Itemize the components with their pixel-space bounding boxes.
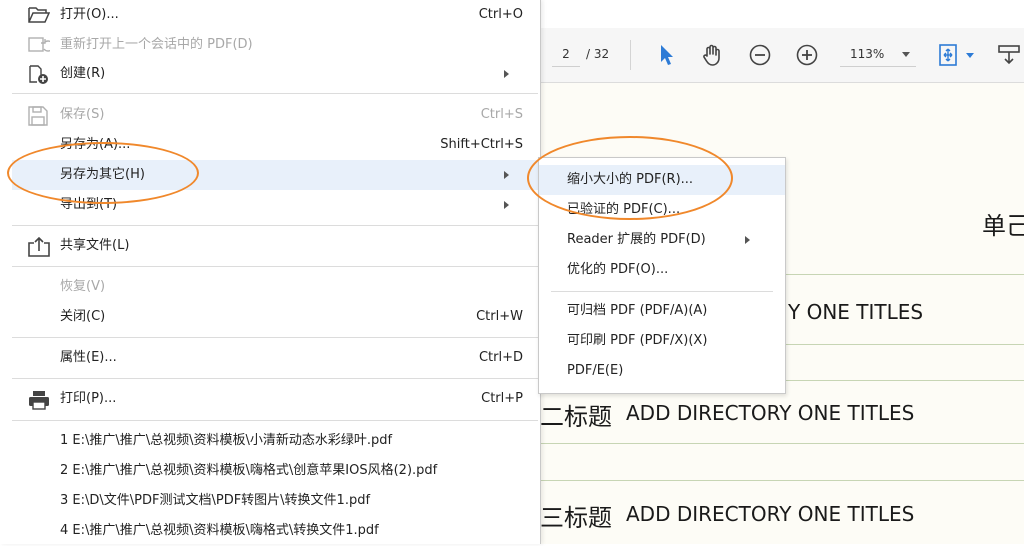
menu-item-label: 打开(O)... — [60, 7, 119, 22]
submenu-item-label: 缩小大小的 PDF(R)... — [567, 172, 694, 187]
recent-file-item[interactable]: 4 E:\推广\推广\总视频\资料模板\嗨格式\转换文件1.pdf — [60, 516, 379, 546]
menu-item-close[interactable]: 关闭(C) Ctrl+W — [12, 302, 538, 332]
menu-divider — [12, 266, 538, 267]
recent-file-item[interactable]: 3 E:\D\文件\PDF测试文档\PDF转图片\转换文件1.pdf — [60, 486, 370, 516]
menu-item-create[interactable]: 创建(R) — [12, 59, 538, 89]
hand-icon[interactable] — [699, 41, 725, 69]
zoom-in-icon[interactable] — [794, 41, 820, 69]
submenu-item-reader-extended[interactable]: Reader 扩展的 PDF(D) — [539, 225, 785, 255]
submenu-item-optimized[interactable]: 优化的 PDF(O)... — [539, 255, 785, 285]
chevron-down-icon — [902, 52, 910, 57]
menu-item-shortcut: Ctrl+S — [480, 107, 523, 122]
zoom-select[interactable]: 113% — [840, 42, 916, 67]
menu-item-share[interactable]: 共享文件(L) — [12, 231, 538, 261]
reopen-icon — [28, 36, 54, 54]
menu-divider — [12, 378, 538, 379]
menu-item-shortcut: Shift+Ctrl+S — [440, 137, 523, 152]
menu-item-export-to[interactable]: 导出到(T) — [12, 190, 538, 220]
submenu-item-reduce-size[interactable]: 缩小大小的 PDF(R)... — [539, 165, 785, 195]
recent-file-item[interactable]: 2 E:\推广\推广\总视频\资料模板\嗨格式\创意苹果IOS风格(2).pdf — [60, 456, 437, 486]
submenu-item-label: 可印刷 PDF (PDF/X)(X) — [567, 333, 708, 348]
folder-open-icon — [28, 6, 51, 24]
save-icon — [28, 106, 48, 126]
doc-line-1: Y ONE TITLES — [788, 300, 924, 324]
select-arrow-icon[interactable] — [654, 41, 680, 69]
menu-item-label: 导出到(T) — [60, 197, 118, 212]
submenu-item-label: PDF/E(E) — [567, 363, 624, 378]
menu-item-shortcut: Ctrl+O — [478, 7, 523, 22]
download-icon[interactable] — [996, 41, 1022, 69]
menu-item-label: 另存为其它(H) — [60, 167, 145, 182]
submenu-item-pdfa[interactable]: 可归档 PDF (PDF/A)(A) — [539, 296, 785, 326]
share-icon — [28, 236, 50, 257]
submenu-arrow-icon — [504, 171, 509, 179]
submenu-item-label: 优化的 PDF(O)... — [567, 262, 669, 277]
menu-item-reopen[interactable]: 重新打开上一个会话中的 PDF(D) — [12, 30, 538, 60]
page-total: / 32 — [586, 47, 610, 61]
submenu-item-label: 可归档 PDF (PDF/A)(A) — [567, 303, 708, 318]
menu-item-shortcut: Ctrl+W — [476, 309, 523, 324]
menu-item-save-as-other[interactable]: 另存为其它(H) — [12, 160, 538, 190]
menu-divider — [12, 225, 538, 226]
submenu-item-pdfe[interactable]: PDF/E(E) — [539, 356, 785, 386]
menu-divider — [12, 420, 538, 421]
menu-item-label: 重新打开上一个会话中的 PDF(D) — [60, 37, 253, 52]
menu-item-label: 属性(E)... — [60, 350, 117, 365]
menu-item-label: 保存(S) — [60, 107, 105, 122]
submenu-item-label: 已验证的 PDF(C)... — [567, 202, 681, 217]
menu-item-save-as[interactable]: 另存为(A)... Shift+Ctrl+S — [12, 130, 538, 160]
save-as-other-submenu: 缩小大小的 PDF(R)... 已验证的 PDF(C)... Reader 扩展… — [538, 157, 786, 394]
doc-line-3-cn: 三标题 — [540, 504, 612, 532]
zoom-out-icon[interactable] — [747, 41, 773, 69]
menu-item-label: 恢复(V) — [60, 279, 106, 294]
menu-item-label: 打印(P)... — [60, 391, 117, 406]
menu-item-save[interactable]: 保存(S) Ctrl+S — [12, 100, 538, 130]
menu-item-revert[interactable]: 恢复(V) — [12, 272, 538, 302]
doc-line-2-en: ADD DIRECTORY ONE TITLES — [626, 401, 915, 425]
zoom-value: 113% — [850, 47, 885, 61]
doc-line-3-en: ADD DIRECTORY ONE TITLES — [626, 502, 915, 526]
doc-rule — [540, 480, 1024, 481]
submenu-divider — [551, 291, 773, 292]
fit-dropdown-chevron-icon[interactable] — [966, 53, 974, 58]
menu-item-label: 关闭(C) — [60, 309, 106, 324]
menu-divider — [12, 337, 538, 338]
toolbar: 2 / 32 113% — [540, 28, 1024, 83]
doc-line-2-cn: 二标题 — [540, 403, 612, 431]
submenu-item-certified[interactable]: 已验证的 PDF(C)... — [539, 195, 785, 225]
submenu-arrow-icon — [504, 70, 509, 78]
toolbar-divider — [630, 40, 631, 70]
submenu-arrow-icon — [745, 236, 750, 244]
create-pdf-icon — [28, 65, 48, 84]
file-menu: 打开(O)... Ctrl+O 重新打开上一个会话中的 PDF(D) 创建(R)… — [0, 0, 541, 544]
menu-divider — [12, 93, 538, 94]
menu-item-label: 共享文件(L) — [60, 238, 130, 253]
fit-page-icon[interactable] — [936, 41, 962, 69]
menu-item-properties[interactable]: 属性(E)... Ctrl+D — [12, 343, 538, 373]
doc-heading: 单己 — [982, 212, 1024, 240]
printer-icon — [28, 390, 49, 410]
submenu-item-label: Reader 扩展的 PDF(D) — [567, 232, 706, 247]
menu-item-shortcut: Ctrl+D — [478, 350, 523, 365]
menu-item-label: 另存为(A)... — [60, 137, 131, 152]
menu-item-print[interactable]: 打印(P)... Ctrl+P — [12, 384, 538, 414]
submenu-arrow-icon — [504, 201, 509, 209]
menu-item-shortcut: Ctrl+P — [481, 391, 523, 406]
recent-file-item[interactable]: 1 E:\推广\推广\总视频\资料模板\小清新动态水彩绿叶.pdf — [60, 426, 392, 456]
doc-rule — [540, 443, 1024, 444]
menu-item-open[interactable]: 打开(O)... Ctrl+O — [12, 0, 538, 30]
submenu-item-pdfx[interactable]: 可印刷 PDF (PDF/X)(X) — [539, 326, 785, 356]
page-number-input[interactable]: 2 — [552, 42, 580, 67]
menu-item-label: 创建(R) — [60, 66, 106, 81]
